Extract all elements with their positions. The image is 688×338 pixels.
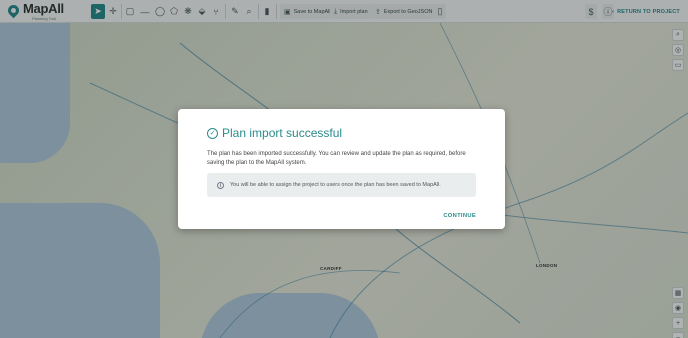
continue-button[interactable]: CONTINUE [443,213,476,219]
dialog-title: ✓ Plan import successful [207,126,342,140]
info-text: You will be able to assign the project t… [230,182,441,188]
dialog-body: The plan has been imported successfully.… [207,151,466,166]
info-box: i You will be able to assign the project… [207,173,476,197]
dialog-title-text: Plan import successful [222,126,343,140]
import-success-dialog: ✓ Plan import successful The plan has be… [178,109,505,229]
check-circle-icon: ✓ [207,127,218,139]
info-icon: i [217,181,224,189]
